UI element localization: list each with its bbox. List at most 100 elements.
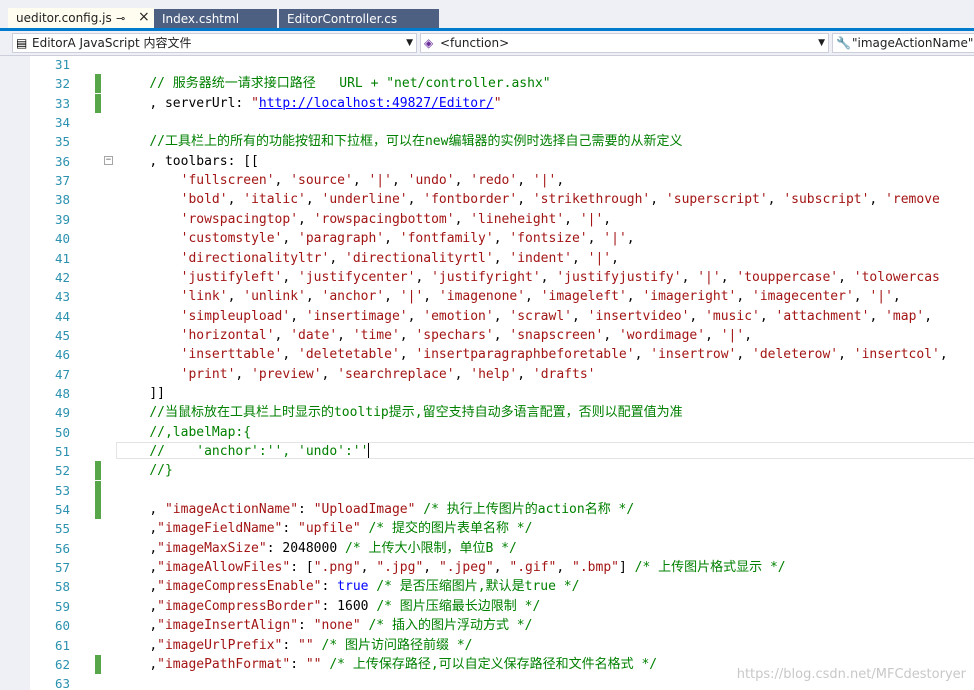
code-line[interactable]: 32 // 服务器统一请求接口路径 URL + "net/controller.a…	[0, 74, 974, 94]
code-token: 'imagenone'	[438, 289, 526, 305]
code-text: ]]	[149, 384, 165, 403]
code-token: '|'	[720, 327, 745, 343]
line-number: 36	[54, 153, 70, 169]
code-token: "imagePathFormat"	[157, 656, 291, 672]
code-line[interactable]: 56 ,"imageMaxSize": 2048000 /* 上传大小限制，单位B…	[0, 539, 974, 558]
code-line[interactable]: 45 'horizontal', 'date', 'time', 'spechar…	[0, 326, 974, 345]
code-token: 'unlink'	[243, 289, 306, 305]
code-text: ,"imageFieldName": "upfile" /* 提交的图片表单名称…	[149, 519, 532, 538]
code-token: ,	[493, 250, 510, 266]
code-line[interactable]: 34	[0, 113, 974, 132]
line-number: 56	[54, 540, 70, 556]
code-token: 'drafts'	[532, 366, 596, 382]
code-line[interactable]: 53	[0, 480, 974, 500]
chevron-down-icon[interactable]: ▼	[818, 34, 825, 52]
code-line[interactable]: 50 //,labelMap:{	[0, 423, 974, 442]
code-line[interactable]: 41 'directionalityltr', 'directionalityrt…	[0, 249, 974, 268]
code-token: "UploadImage"	[313, 502, 416, 518]
code-token: 'fontfamily'	[399, 231, 494, 247]
line-number: 37	[54, 173, 70, 189]
member-dropdown[interactable]: 🔧 "imageActionName"	[832, 33, 974, 53]
code-token: ,	[149, 502, 165, 518]
close-icon[interactable]: ×	[138, 9, 150, 25]
code-line[interactable]: 36 − , toolbars: [[	[0, 152, 974, 171]
code-token: "imageFieldName"	[157, 521, 283, 537]
code-line[interactable]: 54, "imageActionName": "UploadImage" /* …	[0, 500, 974, 520]
code-text: //工具栏上的所有的功能按钮和下拉框，可以在new编辑器的实例时选择自己需要的从…	[149, 132, 682, 151]
change-marker	[95, 93, 101, 113]
line-number: 61	[54, 637, 70, 653]
code-line[interactable]: 49 //当鼠标放在工具栏上时显示的tooltip提示,留空支持自动多语言配置，否…	[0, 403, 974, 422]
code-token: 'inserttable'	[180, 347, 283, 363]
code-text: //当鼠标放在工具栏上时显示的tooltip提示,留空支持自动多语言配置，否则以…	[149, 403, 682, 422]
code-token: ,	[493, 231, 510, 247]
code-line[interactable]: 60 ,"imageInsertAlign": "none" /* 插入的图片浮动…	[0, 616, 974, 635]
code-token: ,	[869, 308, 886, 324]
chevron-down-icon[interactable]: ▼	[406, 34, 413, 52]
code-token: ,	[517, 366, 533, 382]
code-line[interactable]: 52 //}	[0, 461, 974, 481]
code-token: , toolbars: [[	[149, 153, 259, 169]
code-editor[interactable]: 31 32 // 服务器统一请求接口路径 URL + "net/controller…	[0, 56, 974, 690]
wrench-icon: 🔧	[836, 36, 851, 50]
tab-index-cshtml[interactable]: Index.cshtml	[154, 9, 277, 29]
project-dropdown[interactable]: ▤ EditorA JavaScript 内容文件 ▼	[12, 33, 417, 53]
code-line[interactable]: 48]]	[0, 384, 974, 403]
code-line[interactable]: 57 ,"imageAllowFiles": [".png", ".jpg", "…	[0, 558, 974, 577]
code-line[interactable]: 38 'bold', 'italic', 'underline', 'fontbo…	[0, 190, 974, 209]
code-token: "imageCompressEnable"	[157, 579, 322, 595]
code-line[interactable]: 59 ,"imageCompressBorder": 1600 /* 图片压缩最长…	[0, 597, 974, 616]
code-token: 'fontsize'	[509, 231, 588, 247]
code-line[interactable]: 46 'inserttable', 'deletetable', 'insertp…	[0, 345, 974, 364]
code-line[interactable]: 40 'customstyle', 'paragraph', 'fontfamil…	[0, 229, 974, 248]
code-token: 'link'	[180, 289, 228, 305]
code-token: 'insertrow'	[650, 347, 737, 363]
code-token: // 'anchor':'', 'undo':''	[149, 444, 369, 459]
code-token: ,	[838, 269, 854, 285]
code-text: // 服务器统一请求接口路径 URL + "net/controller.ash…	[149, 74, 550, 93]
code-line[interactable]: 35 //工具栏上的所有的功能按钮和下拉框，可以在new编辑器的实例时选择自己需要…	[0, 132, 974, 151]
code-line[interactable]: 61 ,"imageUrlPrefix": "" /* 图片访问路径前缀 */	[0, 636, 974, 655]
code-line[interactable]: 37 'fullscreen', 'source', '|', 'undo', '…	[0, 171, 974, 190]
code-line[interactable]: 47 'print', 'preview', 'searchreplace', '…	[0, 365, 974, 384]
code-token: ]]	[149, 385, 165, 401]
code-token: 'anchor'	[321, 289, 385, 305]
code-line[interactable]: 42 'justifyleft', 'justifycenter', 'justi…	[0, 268, 974, 287]
pin-icon[interactable]: ⊸	[116, 11, 125, 27]
code-token: : [	[290, 560, 314, 576]
code-token: 'customstyle'	[180, 231, 283, 247]
code-text: 'inserttable', 'deletetable', 'insertpar…	[181, 345, 948, 364]
code-line[interactable]: 51 // 'anchor':'', 'undo':''	[0, 442, 974, 461]
code-line[interactable]: 39 'rowspacingtop', 'rowspacingbottom', '…	[0, 210, 974, 229]
code-token: ,	[689, 308, 706, 324]
code-token: "	[493, 95, 502, 111]
code-line[interactable]: 55 ,"imageFieldName": "upfile" /* 提交的图片表单…	[0, 519, 974, 538]
change-marker	[95, 654, 101, 674]
code-token: , serverUrl:	[149, 95, 252, 111]
code-token: "imageUrlPrefix"	[157, 637, 283, 653]
code-token: : 2048000	[266, 540, 345, 556]
code-line[interactable]: 33 , serverUrl: "http://localhost:49827/E…	[0, 93, 974, 113]
code-token[interactable]: http://localhost:49827/Editor/	[259, 96, 494, 111]
collapse-icon[interactable]: −	[104, 155, 113, 165]
code-line[interactable]: 31	[0, 56, 974, 74]
code-token: 'lineheight'	[470, 211, 565, 227]
tab-ueditor-config[interactable]: ueditor.config.js ⊸ ×	[8, 8, 154, 30]
code-token: ,	[227, 192, 244, 208]
code-token: "imageCompressBorder"	[157, 598, 322, 614]
code-token: ,	[493, 308, 510, 324]
code-token: ,	[587, 231, 604, 247]
code-token: 'searchreplace'	[337, 366, 455, 382]
code-token: ,	[517, 173, 533, 189]
scope-dropdown-value: <function>	[440, 36, 510, 50]
code-line[interactable]: 43 'link', 'unlink', 'anchor', '|', 'imag…	[0, 287, 974, 306]
code-line[interactable]: 58 ,"imageCompressEnable": true /* 是否压缩图片…	[0, 577, 974, 596]
watermark: https://blog.csdn.net/MFCdestoryer	[736, 667, 966, 682]
code-line[interactable]: 44 'simpleupload', 'insertimage', 'emotio…	[0, 307, 974, 326]
code-text: 'bold', 'italic', 'underline', 'fontbord…	[181, 190, 940, 209]
scope-dropdown[interactable]: ◈ <function> ▼	[420, 33, 829, 53]
line-number: 42	[54, 269, 70, 285]
tab-editor-controller[interactable]: EditorController.cs	[279, 9, 439, 29]
code-token: //}	[149, 463, 173, 479]
code-token: /* 上传图片格式显示 */	[634, 560, 786, 576]
